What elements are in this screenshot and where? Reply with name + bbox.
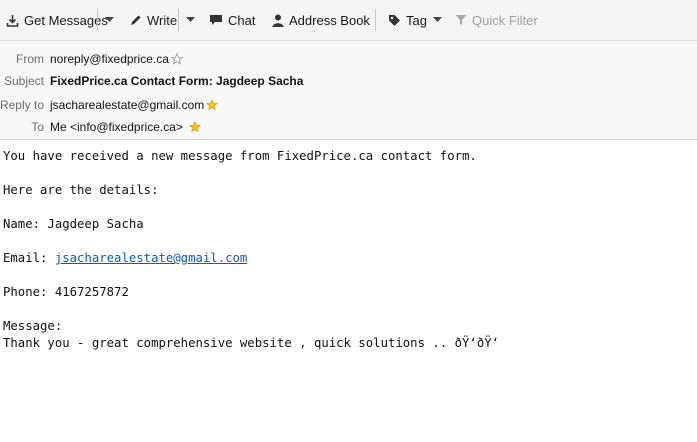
to-address[interactable]: Me <info@fixedprice.ca> [50,120,183,134]
funnel-icon [455,15,467,25]
body-intro-line: You have received a new message from Fix… [3,149,477,163]
toolbar-divider [97,9,98,31]
address-book-label: Address Book [289,12,370,28]
download-icon [6,14,19,27]
from-address[interactable]: noreply@fixedprice.ca [50,52,169,66]
body-phone-line: Phone: 4167257872 [3,285,129,299]
subject-row: Subject FixedPrice.ca Contact Form: Jagd… [0,70,697,92]
star-outline-icon[interactable] [170,53,183,65]
pencil-icon [131,15,141,25]
get-messages-dropdown[interactable] [105,0,114,40]
from-value[interactable]: noreply@fixedprice.ca [50,52,183,66]
chat-button[interactable]: Chat [209,0,255,40]
from-label: From [16,52,44,66]
chevron-down-icon [105,17,114,22]
star-filled-icon[interactable] [206,99,219,111]
body-message-text: Thank you - great comprehensive website … [3,336,500,350]
address-book-button[interactable]: Address Book [272,0,370,40]
to-label: To [31,120,44,134]
subject-label: Subject [3,74,44,88]
reply-to-address[interactable]: jsacharealestate@gmail.com [50,98,204,112]
write-label: Write [147,12,178,28]
message-header: From noreply@fixedprice.ca Subject Fixed… [0,41,697,140]
from-row: From noreply@fixedprice.ca [0,48,697,70]
body-name-line: Name: Jagdeep Sacha [3,217,144,231]
chat-label: Chat [228,12,256,28]
reply-to-value[interactable]: jsacharealestate@gmail.com [50,98,219,112]
message-body: You have received a new message from Fix… [3,148,693,352]
body-details-line: Here are the details: [3,183,159,197]
to-row: To Me <info@fixedprice.ca> [0,116,697,138]
tag-icon [389,14,400,26]
reply-to-label: Reply to [0,98,44,112]
write-dropdown[interactable] [186,0,195,40]
quick-filter-label: Quick Filter [472,12,538,28]
toolbar-divider [178,9,179,31]
write-button[interactable]: Write [130,0,177,40]
tag-label: Tag [406,12,427,28]
star-filled-icon[interactable] [188,121,201,133]
email-link[interactable]: jsacharealestate@gmail.com [55,251,248,265]
to-value[interactable]: Me <info@fixedprice.ca> [50,120,201,134]
get-messages-label: Get Messages [24,12,108,28]
tag-button[interactable]: Tag [388,0,442,40]
body-message-label: Message: [3,319,63,333]
chat-bubble-icon [210,15,222,25]
email-prefix: Email: [3,251,55,265]
person-icon [272,14,284,27]
quick-filter-button[interactable]: Quick Filter [455,0,538,40]
chevron-down-icon [432,17,442,22]
mail-toolbar: Get Messages Write Chat Address Book Tag… [0,0,697,41]
body-email-line: Email: jsacharealestate@gmail.com [3,250,693,267]
chevron-down-icon [186,17,195,22]
subject-value: FixedPrice.ca Contact Form: Jagdeep Sach… [50,74,304,88]
get-messages-button[interactable]: Get Messages [6,0,108,40]
reply-to-row: Reply to jsacharealestate@gmail.com [0,94,697,116]
toolbar-divider [375,9,376,31]
